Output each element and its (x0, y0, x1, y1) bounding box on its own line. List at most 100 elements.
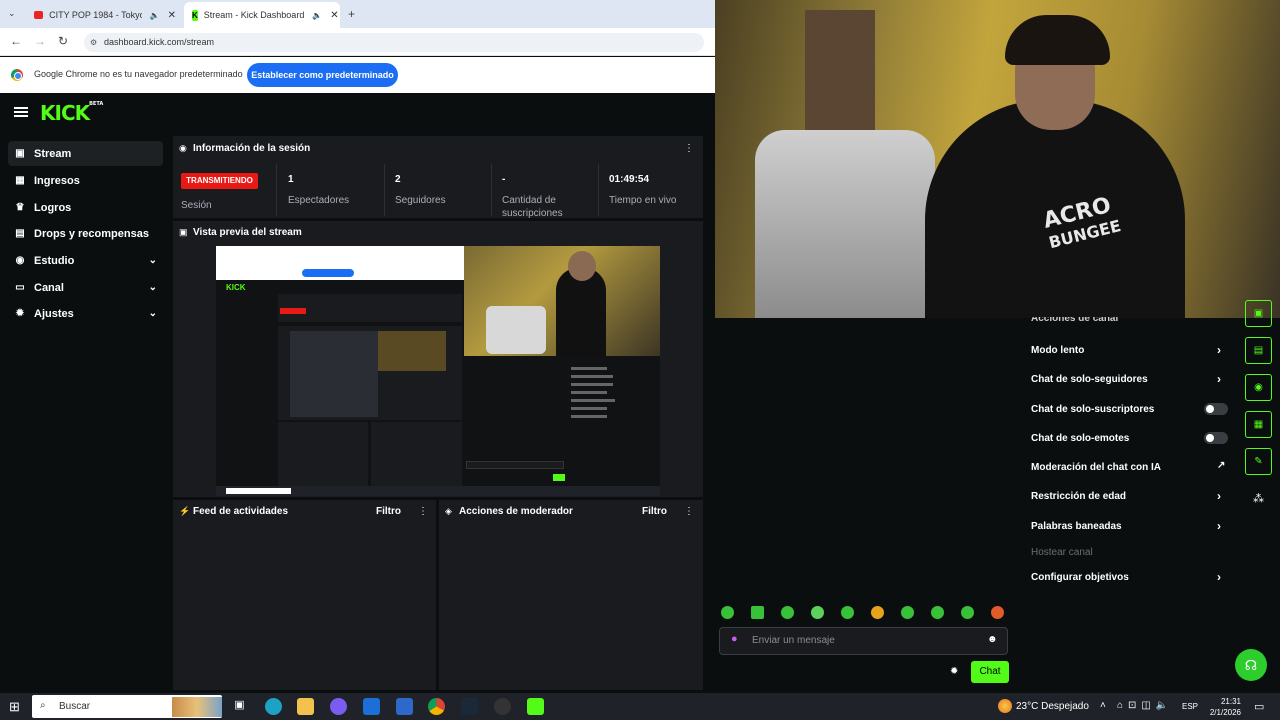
menu-icon[interactable] (14, 107, 28, 117)
task-view-icon[interactable]: ▣ (231, 698, 248, 715)
close-tab-icon[interactable]: ✕ (330, 10, 338, 21)
tab-youtube[interactable]: CITY POP 1984 - Tokyo Mo 🔈 ✕ (26, 4, 184, 26)
back-icon[interactable]: ← (10, 34, 22, 48)
sidebar-item-logros[interactable]: ♛ Logros (8, 195, 163, 220)
input-language[interactable]: ESP (1182, 702, 1198, 711)
emote-icon[interactable] (841, 606, 854, 619)
chat-bubble-icon[interactable]: ▤ (1245, 337, 1272, 364)
sidebar-item-estudio[interactable]: ◉ Estudio ⌄ (8, 248, 163, 273)
chat-send-button[interactable]: Chat (971, 661, 1009, 683)
gear-icon[interactable]: ✹ (950, 666, 958, 677)
chrome-taskbar-icon[interactable] (428, 698, 445, 715)
url-input[interactable]: ⚙ dashboard.kick.com/stream (84, 33, 704, 52)
emote-icon[interactable] (811, 606, 824, 619)
chevron-right-icon[interactable]: › (1217, 343, 1221, 357)
more-options-icon[interactable]: ⋮ (418, 506, 428, 517)
uptime-value: 01:49:54 (609, 174, 650, 185)
subs-value: - (502, 174, 506, 185)
mod-row-followers-only[interactable]: Chat de solo-seguidores (1031, 374, 1148, 385)
speaker-icon[interactable]: 🔈 (312, 11, 322, 20)
emote-icon[interactable] (991, 606, 1004, 619)
emote-icon[interactable] (781, 606, 794, 619)
emotes-only-toggle[interactable] (1204, 432, 1228, 444)
stream-preview-video[interactable]: KICK (216, 246, 660, 496)
emote-icon[interactable] (961, 606, 974, 619)
tab-kick[interactable]: K Stream - Kick Dashboard 🔈 ✕ (184, 2, 340, 28)
external-link-icon[interactable]: ↗ (1217, 460, 1225, 471)
chevron-up-icon[interactable]: ˄ (1100, 700, 1106, 711)
chevron-right-icon[interactable]: › (1217, 570, 1221, 584)
emote-icon[interactable] (931, 606, 944, 619)
rail-button-top[interactable]: ▣ (1245, 300, 1272, 327)
microphone-icon[interactable]: ● (731, 633, 738, 645)
mod-row-slow-mode[interactable]: Modo lento (1031, 345, 1084, 356)
stream-icon: ▣ (15, 148, 25, 159)
kick-logo[interactable]: KICKBETA (40, 101, 103, 125)
sidebar-item-label: Logros (34, 201, 72, 214)
forward-icon[interactable]: → (34, 34, 46, 48)
emoji-icon[interactable]: ☻ (987, 634, 998, 645)
weather-text[interactable]: 23°C Despejado (1016, 701, 1089, 712)
mod-row-goals[interactable]: Configurar objetivos (1031, 572, 1129, 583)
sidebar-item-ingresos[interactable]: ▦ Ingresos (8, 168, 163, 193)
sidebar-item-canal[interactable]: ▭ Canal ⌄ (8, 275, 163, 300)
emote-icon[interactable] (721, 606, 734, 619)
site-info-icon[interactable]: ⚙ (90, 33, 97, 52)
mod-row-age-restriction[interactable]: Restricción de edad (1031, 491, 1126, 502)
file-explorer-icon[interactable] (297, 698, 314, 715)
store-icon[interactable] (396, 698, 413, 715)
subscribers-only-toggle[interactable] (1204, 403, 1228, 415)
chevron-right-icon[interactable]: › (1217, 372, 1221, 386)
stream-preview-title: Vista previa del stream (193, 227, 302, 238)
mod-row-ai-moderation[interactable]: Moderación del chat con IA (1031, 462, 1161, 473)
mod-row-banned-words[interactable]: Palabras baneadas (1031, 521, 1122, 532)
close-tab-icon[interactable]: ✕ (168, 10, 176, 21)
windows-start-icon[interactable]: ⊞ (9, 699, 20, 715)
support-chat-button[interactable]: ☊ (1235, 649, 1267, 681)
sidebar-item-stream[interactable]: ▣ Stream (8, 141, 163, 166)
mod-row-host-channel: Hostear canal (1031, 547, 1093, 558)
info-icon: ◉ (179, 143, 187, 153)
chevron-right-icon[interactable]: › (1217, 489, 1221, 503)
notifications-icon[interactable]: ▭ (1254, 700, 1264, 713)
copilot-icon[interactable] (330, 698, 347, 715)
chat-placeholder: Enviar un mensaje (752, 635, 835, 646)
tray-icons[interactable]: ⌂⊡◫🔈 (1117, 700, 1173, 711)
mod-filter-button[interactable]: Filtro (642, 506, 667, 517)
emote-icon[interactable] (901, 606, 914, 619)
income-icon: ▦ (15, 175, 25, 186)
set-default-button[interactable]: Establecer como predeterminado (247, 63, 398, 87)
emote-icon[interactable] (871, 606, 884, 619)
edge-icon[interactable] (265, 698, 282, 715)
preview-chat-input (466, 461, 564, 469)
sidebar-item-label: Canal (34, 281, 64, 294)
new-tab-icon[interactable]: + (348, 7, 355, 21)
search-icon: ⌕ (40, 700, 46, 711)
more-options-icon[interactable]: ⋮ (684, 506, 694, 517)
chevron-right-icon[interactable]: › (1217, 519, 1221, 533)
server-icon[interactable]: ▦ (1245, 411, 1272, 438)
sidebar-item-ajustes[interactable]: ✹ Ajustes ⌄ (8, 301, 163, 326)
speaker-icon[interactable]: 🔈 (150, 11, 160, 20)
followers-label: Seguidores (395, 195, 446, 206)
steam-icon[interactable] (461, 698, 478, 715)
divider (491, 164, 492, 216)
sidebar-item-label: Drops y recompensas (34, 227, 149, 240)
sidebar-item-drops[interactable]: ▤ Drops y recompensas (8, 221, 163, 246)
broadcast-icon[interactable]: ◉ (1245, 374, 1272, 401)
more-options-icon[interactable]: ⋮ (684, 143, 694, 154)
mail-icon[interactable] (363, 698, 380, 715)
reload-icon[interactable]: ↻ (58, 34, 68, 48)
taskbar-clock[interactable]: 21:31 2/1/2026 (1205, 696, 1241, 718)
divider (276, 164, 277, 216)
tab-list-icon[interactable]: ⌄ (8, 8, 16, 19)
kick-taskbar-icon[interactable] (527, 698, 544, 715)
emote-icon[interactable] (751, 606, 764, 619)
obs-icon[interactable] (494, 698, 511, 715)
tab-title: Stream - Kick Dashboard (203, 10, 305, 20)
shield-icon: ◈ (445, 506, 452, 516)
wrench-icon[interactable]: ✎ (1245, 448, 1272, 475)
community-icon[interactable]: ⁂ (1253, 492, 1264, 505)
subs-label: Cantidad de suscripciones (502, 195, 563, 219)
feed-filter-button[interactable]: Filtro (376, 506, 401, 517)
